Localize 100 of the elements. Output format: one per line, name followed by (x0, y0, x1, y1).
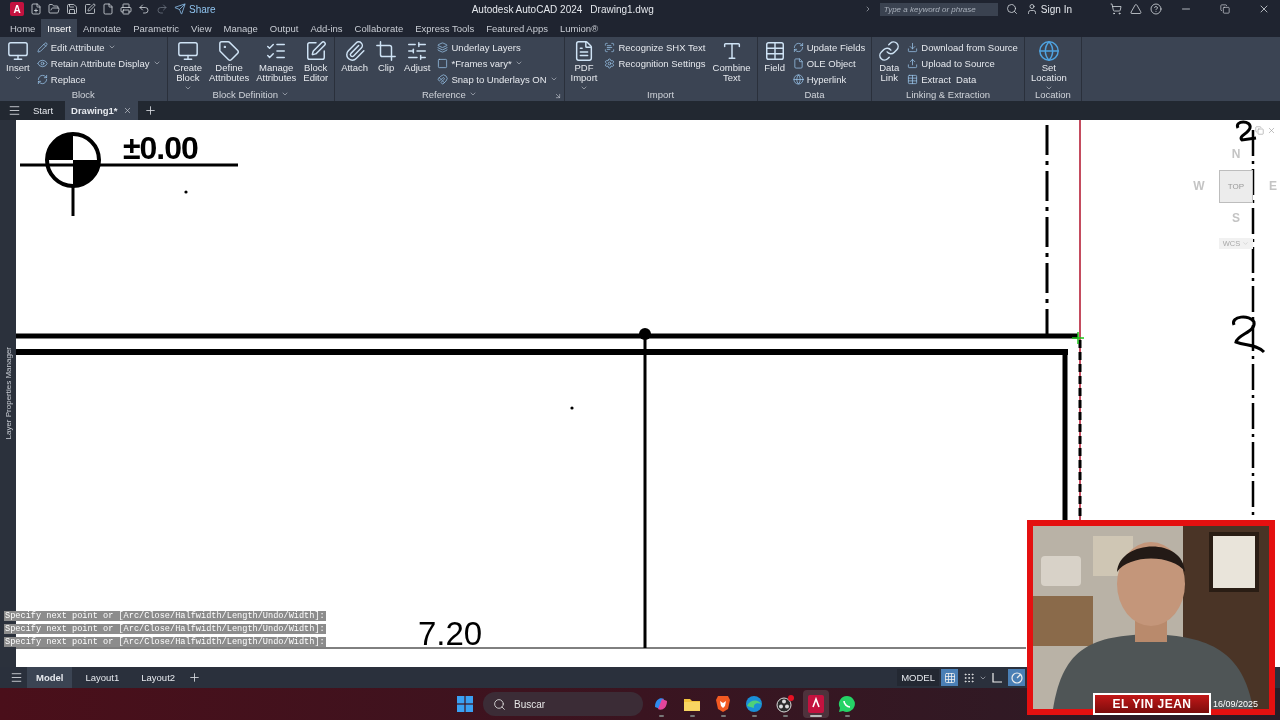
globe-icon (1037, 40, 1060, 62)
ribbon-button[interactable]: Download from Source (905, 39, 1020, 55)
globe-icon (792, 73, 804, 85)
panel-title[interactable]: Linking & Extraction (872, 87, 1024, 101)
panel-title[interactable]: Reference (335, 87, 564, 101)
help-icon (1150, 3, 1162, 15)
ribbon-button[interactable]: Combine Text (710, 39, 753, 84)
ribbon-button[interactable]: Recognition Settings (602, 55, 708, 71)
ribbon-button[interactable]: Update Fields (790, 39, 868, 55)
model-space-button[interactable]: MODEL (897, 669, 939, 686)
tag-icon (218, 40, 241, 62)
layout-tab[interactable]: Model (27, 667, 73, 688)
grid-toggle[interactable] (941, 669, 958, 686)
crop-icon (375, 40, 398, 62)
new-button[interactable] (30, 3, 42, 15)
ribbon-button[interactable]: Hyperlink (790, 71, 868, 87)
triangle-button[interactable] (1130, 3, 1142, 15)
ribbon-tab[interactable]: Collaborate (348, 19, 410, 37)
sliders-icon (406, 40, 429, 62)
shield-icon (715, 695, 731, 713)
ribbon-tab[interactable]: Add-ins (304, 19, 349, 37)
menu-button[interactable] (8, 104, 21, 117)
save-button[interactable] (66, 3, 78, 15)
ribbon-tab[interactable]: Lumion® (553, 19, 605, 37)
ribbon-button[interactable]: Block Editor (301, 39, 331, 84)
ribbon-tab[interactable]: Featured Apps (480, 19, 554, 37)
layout-tab[interactable]: Layout1 (76, 667, 129, 688)
file-tab[interactable]: Drawing1* (65, 101, 138, 120)
share-button[interactable]: Share (174, 3, 216, 15)
ribbon-button[interactable]: Field (761, 39, 788, 74)
panel-title[interactable]: Data (757, 87, 872, 101)
ribbon-tab[interactable]: Express Tools (409, 19, 481, 37)
ribbon-button[interactable]: Snap to Underlays ON (435, 71, 560, 87)
caret-icon (152, 59, 161, 67)
search-field[interactable]: Type a keyword or phrase (879, 2, 998, 16)
floppy-icon (66, 3, 78, 15)
taskbar-button[interactable] (803, 690, 829, 718)
close-icon[interactable] (122, 106, 132, 115)
ribbon-button[interactable]: Attach (339, 39, 371, 74)
ribbon-tab[interactable]: Annotate (77, 19, 128, 37)
swirl-icon (652, 695, 670, 713)
ribbon-tab[interactable]: Manage (217, 19, 264, 37)
app-logo[interactable]: A (10, 2, 24, 16)
caret-icon (1044, 84, 1053, 92)
monitor-icon (6, 40, 29, 62)
ribbon-button[interactable]: Recognize SHX Text (602, 39, 708, 55)
caret-icon (468, 90, 477, 98)
ribbon-tab[interactable]: View (185, 19, 218, 37)
caret-icon (107, 43, 116, 51)
search-button[interactable] (1005, 3, 1018, 15)
undo-button[interactable] (138, 3, 150, 15)
panel-tab[interactable]: Layer Properties Manager (3, 347, 13, 440)
ribbon-button[interactable]: Manage Attributes (254, 39, 299, 84)
layout-tab[interactable]: Layout2 (132, 667, 185, 688)
printer-icon (120, 3, 132, 15)
open-button[interactable] (48, 3, 60, 15)
document-title: Drawing1.dwg (590, 3, 654, 15)
refresh-icon (36, 73, 48, 85)
help-button[interactable] (1150, 3, 1162, 15)
ribbon-button[interactable]: Replace (34, 71, 163, 87)
ribbon-button[interactable]: Adjust (402, 39, 433, 74)
ribbon-button[interactable]: Data Link (876, 39, 903, 84)
file-icon (102, 3, 114, 15)
paperclip-icon (343, 40, 366, 62)
new-layout-button[interactable] (188, 671, 202, 684)
ribbon-tab[interactable]: Home (4, 19, 42, 37)
ribbon-button[interactable]: Underlay Layers (435, 39, 560, 55)
redo-button[interactable] (156, 3, 168, 15)
ribbon-button[interactable]: Insert (4, 39, 32, 83)
table-icon (763, 40, 786, 62)
print-button[interactable] (120, 3, 132, 15)
panel-title[interactable]: Block (0, 87, 167, 101)
ribbon-tab[interactable]: Output (263, 19, 305, 37)
pencil-icon (36, 41, 48, 53)
menu-button[interactable] (10, 671, 23, 684)
grid-icon (943, 671, 956, 684)
ribbon-button[interactable]: Retain Attribute Display (34, 55, 163, 71)
ribbon-button[interactable]: Define Attributes (207, 39, 252, 84)
polar-toggle[interactable] (1008, 669, 1025, 686)
launcher-icon[interactable] (553, 92, 562, 100)
panel-title[interactable]: Location (1024, 87, 1081, 101)
export-button[interactable] (102, 3, 114, 15)
settings-icon (604, 57, 616, 69)
ribbon-button[interactable]: OLE Object (790, 55, 868, 71)
ribbon-button[interactable]: Upload to Source (905, 55, 1020, 71)
save-as-button[interactable] (84, 3, 96, 15)
document-icon (573, 40, 595, 62)
ribbon-button[interactable]: Clip (373, 39, 400, 74)
cart-button[interactable] (1110, 3, 1122, 15)
ribbon-button[interactable]: Edit Attribute (34, 39, 163, 55)
refresh-icon (792, 41, 804, 53)
search-field[interactable]: Buscar (483, 692, 643, 716)
ribbon-button[interactable]: *Frames vary* (435, 55, 560, 71)
sign-in-button[interactable]: Sign In (1025, 3, 1072, 15)
layers-icon (437, 41, 449, 53)
ribbon-tab[interactable]: Parametric (127, 19, 186, 37)
new-tab-button[interactable] (143, 104, 157, 117)
ribbon-button[interactable]: Extract Data (905, 71, 1020, 87)
file-tab[interactable]: Start (27, 101, 60, 120)
ribbon-tab[interactable]: Insert (41, 19, 78, 37)
